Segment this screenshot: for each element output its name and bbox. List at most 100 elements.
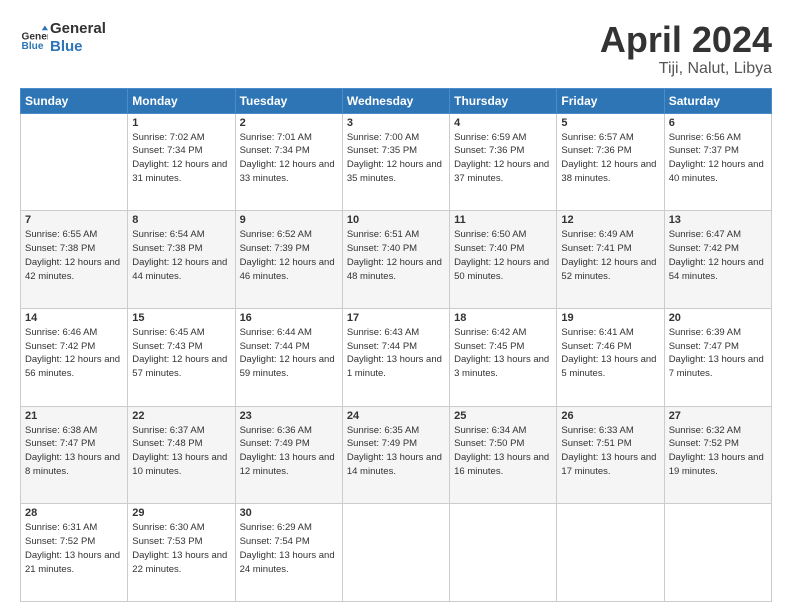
day-info: Sunrise: 6:59 AM Sunset: 7:36 PM Daylight:… (454, 131, 552, 186)
day-info: Sunrise: 6:37 AMSunset: 7:48 PMDaylight:… (132, 424, 230, 479)
sunrise-line: Sunrise: 6:30 AM (132, 522, 204, 533)
day-number: 8 (132, 214, 230, 226)
sunrise-line: Sunrise: 6:38 AM (25, 425, 97, 436)
sunset-line: Sunset: 7:38 PM (25, 243, 95, 254)
sunset-line: Sunset: 7:36 PM (454, 145, 524, 156)
day-number: 11 (454, 214, 552, 226)
daylight-line: Daylight: 12 hours and 48 minutes. (347, 257, 442, 282)
sunrise-line: Sunrise: 6:56 AM (669, 132, 741, 143)
sunset-line: Sunset: 7:54 PM (240, 536, 310, 547)
week-row-4: 21 Sunrise: 6:38 AMSunset: 7:47 PMDayligh… (21, 406, 772, 504)
daylight-line: Daylight: 13 hours and 10 minutes. (132, 452, 227, 477)
day-cell (664, 504, 771, 602)
day-cell: 26Sunrise: 6:33 AMSunset: 7:51 PMDayligh… (557, 406, 664, 504)
sunset-line: Sunset: 7:34 PM (240, 145, 310, 156)
day-info: Sunrise: 6:41 AMSunset: 7:46 PMDaylight:… (561, 326, 659, 381)
day-cell: 1Sunrise: 7:02 AMSunset: 7:34 PMDaylight… (128, 113, 235, 211)
sunset-line: Sunset: 7:46 PM (561, 341, 631, 352)
day-info: Sunrise: 6:42 AMSunset: 7:45 PMDaylight:… (454, 326, 552, 381)
day-cell: 23Sunrise: 6:36 AMSunset: 7:49 PMDayligh… (235, 406, 342, 504)
day-number: 14 (25, 312, 123, 324)
day-cell (557, 504, 664, 602)
daylight-line: Daylight: 12 hours and 33 minutes. (240, 159, 335, 184)
daylight-line: Daylight: 12 hours and 50 minutes. (454, 257, 549, 282)
day-info: Sunrise: 6:29 AMSunset: 7:54 PMDaylight:… (240, 521, 338, 576)
sunrise-line: Sunrise: 6:59 AM (454, 132, 526, 143)
day-cell: 28Sunrise: 6:31 AMSunset: 7:52 PMDayligh… (21, 504, 128, 602)
daylight-line: Daylight: 12 hours and 52 minutes. (561, 257, 656, 282)
day-number: 10 (347, 214, 445, 226)
header: General Blue General Blue April 2024 Tij… (20, 20, 772, 78)
day-cell: 3Sunrise: 7:00 AMSunset: 7:35 PMDaylight… (342, 113, 449, 211)
col-header-monday: Monday (128, 88, 235, 113)
daylight-line: Daylight: 13 hours and 5 minutes. (561, 354, 656, 379)
day-cell: 12Sunrise: 6:49 AMSunset: 7:41 PMDayligh… (557, 211, 664, 309)
sunrise-line: Sunrise: 6:32 AM (669, 425, 741, 436)
day-info: Sunrise: 6:46 AMSunset: 7:42 PMDaylight:… (25, 326, 123, 381)
day-cell: 5Sunrise: 6:57 AMSunset: 7:36 PMDaylight… (557, 113, 664, 211)
day-number: 13 (669, 214, 767, 226)
daylight-line: Daylight: 12 hours and 44 minutes. (132, 257, 227, 282)
daylight-line: Daylight: 12 hours and 37 minutes. (454, 159, 549, 184)
day-cell (21, 113, 128, 211)
day-number: 21 (25, 410, 123, 422)
day-info: Sunrise: 6:39 AMSunset: 7:47 PMDaylight:… (669, 326, 767, 381)
day-cell: 2Sunrise: 7:01 AMSunset: 7:34 PMDaylight… (235, 113, 342, 211)
day-info: Sunrise: 7:02 AMSunset: 7:34 PMDaylight:… (132, 131, 230, 186)
sunset-line: Sunset: 7:47 PM (669, 341, 739, 352)
sunset-line: Sunset: 7:35 PM (347, 145, 417, 156)
day-number: 6 (669, 117, 767, 129)
day-info: Sunrise: 6:57 AMSunset: 7:36 PMDaylight:… (561, 131, 659, 186)
calendar-table: SundayMondayTuesdayWednesdayThursdayFrid… (20, 88, 772, 602)
sunrise-line: Sunrise: 6:54 AM (132, 229, 204, 240)
day-info: Sunrise: 6:36 AMSunset: 7:49 PMDaylight:… (240, 424, 338, 479)
day-cell: 14 Sunrise: 6:46 AMSunset: 7:42 PMDayligh… (21, 308, 128, 406)
logo-general: General (50, 20, 106, 38)
sunset-line: Sunset: 7:44 PM (347, 341, 417, 352)
sunrise-line: Sunrise: 6:50 AM (454, 229, 526, 240)
day-info: Sunrise: 6:55 AMSunset: 7:38 PMDaylight:… (25, 228, 123, 283)
logo-icon: General Blue (20, 24, 48, 52)
day-info: Sunrise: 6:51 AMSunset: 7:40 PMDaylight:… (347, 228, 445, 283)
sunset-line: Sunset: 7:38 PM (132, 243, 202, 254)
sunrise-line: Sunrise: 6:47 AM (669, 229, 741, 240)
day-info: Sunrise: 7:00 AMSunset: 7:35 PMDaylight:… (347, 131, 445, 186)
day-cell: 16Sunrise: 6:44 AMSunset: 7:44 PMDayligh… (235, 308, 342, 406)
sunrise-line: Sunrise: 6:49 AM (561, 229, 633, 240)
day-cell: 21 Sunrise: 6:38 AMSunset: 7:47 PMDayligh… (21, 406, 128, 504)
sunset-line: Sunset: 7:52 PM (669, 438, 739, 449)
day-number: 27 (669, 410, 767, 422)
day-info: Sunrise: 6:54 AM Sunset: 7:38 PM Daylight:… (132, 228, 230, 283)
sunset-line: Sunset: 7:48 PM (132, 438, 202, 449)
day-cell: 8 Sunrise: 6:54 AM Sunset: 7:38 PM Daylight… (128, 211, 235, 309)
day-cell: 13Sunrise: 6:47 AMSunset: 7:42 PMDayligh… (664, 211, 771, 309)
week-row-5: 28Sunrise: 6:31 AMSunset: 7:52 PMDayligh… (21, 504, 772, 602)
title-block: April 2024 Tiji, Nalut, Libya (600, 20, 772, 78)
daylight-line: Daylight: 13 hours and 21 minutes. (25, 550, 120, 575)
sunrise-line: Sunrise: 6:44 AM (240, 327, 312, 338)
day-info: Sunrise: 6:43 AMSunset: 7:44 PMDaylight:… (347, 326, 445, 381)
day-number: 19 (561, 312, 659, 324)
day-info: Sunrise: 6:52 AMSunset: 7:39 PMDaylight:… (240, 228, 338, 283)
sunrise-line: Sunrise: 6:33 AM (561, 425, 633, 436)
day-info: Sunrise: 6:56 AMSunset: 7:37 PMDaylight:… (669, 131, 767, 186)
sunset-line: Sunset: 7:40 PM (454, 243, 524, 254)
sunset-line: Sunset: 7:50 PM (454, 438, 524, 449)
day-cell: 18Sunrise: 6:42 AMSunset: 7:45 PMDayligh… (450, 308, 557, 406)
sunset-line: Sunset: 7:34 PM (132, 145, 202, 156)
daylight-line: Daylight: 12 hours and 38 minutes. (561, 159, 656, 184)
sunset-line: Sunset: 7:43 PM (132, 341, 202, 352)
calendar-header-row: SundayMondayTuesdayWednesdayThursdayFrid… (21, 88, 772, 113)
day-number: 16 (240, 312, 338, 324)
day-cell: 27Sunrise: 6:32 AMSunset: 7:52 PMDayligh… (664, 406, 771, 504)
day-info: Sunrise: 6:32 AMSunset: 7:52 PMDaylight:… (669, 424, 767, 479)
sunset-line: Sunset: 7:49 PM (240, 438, 310, 449)
sunrise-line: Sunrise: 6:29 AM (240, 522, 312, 533)
daylight-line: Daylight: 13 hours and 17 minutes. (561, 452, 656, 477)
sunset-line: Sunset: 7:37 PM (669, 145, 739, 156)
col-header-sunday: Sunday (21, 88, 128, 113)
daylight-line: Daylight: 12 hours and 56 minutes. (25, 354, 120, 379)
day-cell: 20Sunrise: 6:39 AMSunset: 7:47 PMDayligh… (664, 308, 771, 406)
sunset-line: Sunset: 7:41 PM (561, 243, 631, 254)
day-info: Sunrise: 6:38 AMSunset: 7:47 PMDaylight:… (25, 424, 123, 479)
